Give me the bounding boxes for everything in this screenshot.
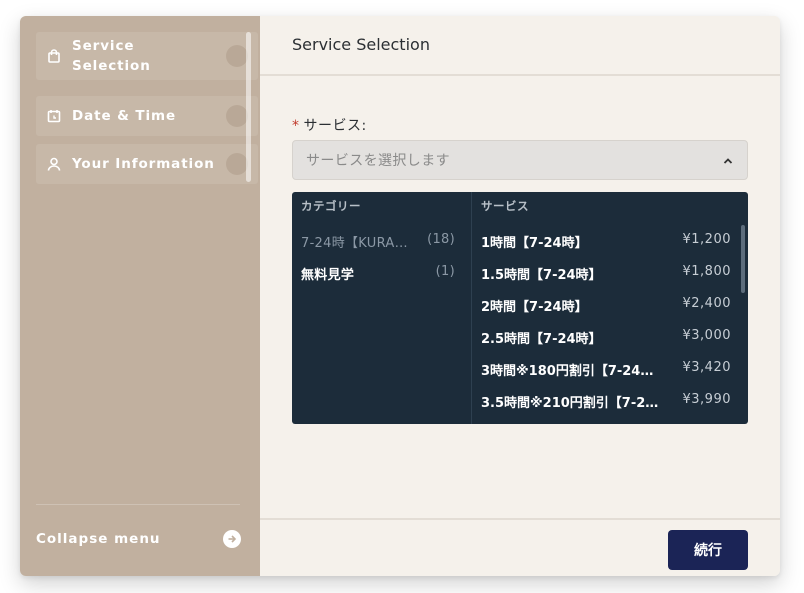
service-select-placeholder: サービスを選択します — [306, 153, 450, 169]
service-price: ¥1,800 — [682, 264, 731, 279]
service-option[interactable]: 2.5時間【7-24時】 ¥3,000 — [481, 328, 731, 347]
chevron-up-icon — [721, 153, 735, 167]
service-list-scrollbar[interactable] — [741, 225, 745, 293]
footer: 続行 — [260, 518, 780, 576]
service-column: サービス 1時間【7-24時】 ¥1,200 1.5時間【7-24時】 ¥1,8… — [473, 192, 748, 424]
shopping-bag-icon — [46, 48, 62, 64]
sidebar-item-label: Service Selection — [72, 38, 151, 74]
service-name: 1時間【7-24時】 — [481, 236, 588, 251]
service-price: ¥3,990 — [682, 392, 731, 407]
arrow-right-icon — [223, 530, 241, 548]
category-column: カテゴリー 7-24時【KURA… (18) 無料見学 (1) — [292, 192, 472, 424]
collapse-menu-label: Collapse menu — [36, 531, 161, 547]
sidebar-item-label: Date & Time — [72, 108, 177, 124]
collapse-menu-button[interactable]: Collapse menu — [36, 528, 241, 550]
service-price: ¥2,400 — [682, 296, 731, 311]
service-name: 3.5時間※210円割引【7-2… — [481, 396, 659, 411]
main-header: Service Selection — [260, 16, 780, 76]
divider — [36, 504, 240, 505]
service-option[interactable]: 3.5時間※210円割引【7-2… ¥3,990 — [481, 392, 731, 411]
category-count: (18) — [427, 232, 455, 247]
sidebar-item-label: Your Information — [72, 156, 215, 172]
service-option[interactable]: 1時間【7-24時】 ¥1,200 — [481, 232, 731, 251]
service-option[interactable]: 1.5時間【7-24時】 ¥1,800 — [481, 264, 731, 283]
service-dropdown: カテゴリー 7-24時【KURA… (18) 無料見学 (1) サービス 1時間… — [292, 192, 748, 424]
service-label-text: サービス: — [303, 118, 367, 134]
service-option[interactable]: 3時間※180円割引【7-24… ¥3,420 — [481, 360, 731, 379]
service-name: 3時間※180円割引【7-24… — [481, 364, 654, 379]
service-name: 2時間【7-24時】 — [481, 300, 588, 315]
booking-card: Service Selection Date & Time Your Infor… — [20, 16, 780, 576]
category-header: カテゴリー — [301, 199, 361, 213]
category-count: (1) — [435, 264, 455, 279]
sidebar-item-service-selection[interactable]: Service Selection — [36, 32, 258, 80]
service-price: ¥3,000 — [682, 328, 731, 343]
service-field-label: * サービス: — [292, 115, 367, 135]
service-name: 2.5時間【7-24時】 — [481, 332, 602, 347]
sidebar-scrollbar[interactable] — [246, 32, 251, 182]
step-indicator — [226, 105, 248, 127]
user-icon — [46, 156, 62, 172]
service-price: ¥3,420 — [682, 360, 731, 375]
category-item[interactable]: 7-24時【KURA… (18) — [301, 232, 455, 251]
sidebar-item-date-time[interactable]: Date & Time — [36, 96, 258, 136]
calendar-clock-icon — [46, 108, 62, 124]
service-price: ¥1,200 — [682, 232, 731, 247]
continue-button[interactable]: 続行 — [668, 530, 748, 570]
step-indicator — [226, 45, 248, 67]
service-select[interactable]: サービスを選択します — [292, 140, 748, 180]
sidebar-item-your-information[interactable]: Your Information — [36, 144, 258, 184]
service-option[interactable]: 2時間【7-24時】 ¥2,400 — [481, 296, 731, 315]
main-panel: Service Selection * サービス: サービスを選択します カテゴリ… — [260, 16, 780, 576]
page-title: Service Selection — [292, 35, 430, 54]
service-name: 1.5時間【7-24時】 — [481, 268, 602, 283]
step-indicator — [226, 153, 248, 175]
category-name: 7-24時【KURA… — [301, 236, 408, 251]
category-item[interactable]: 無料見学 (1) — [301, 264, 455, 283]
required-mark: * — [292, 118, 300, 134]
service-header: サービス — [481, 199, 529, 213]
sidebar: Service Selection Date & Time Your Infor… — [20, 16, 260, 576]
category-name: 無料見学 — [301, 268, 355, 283]
